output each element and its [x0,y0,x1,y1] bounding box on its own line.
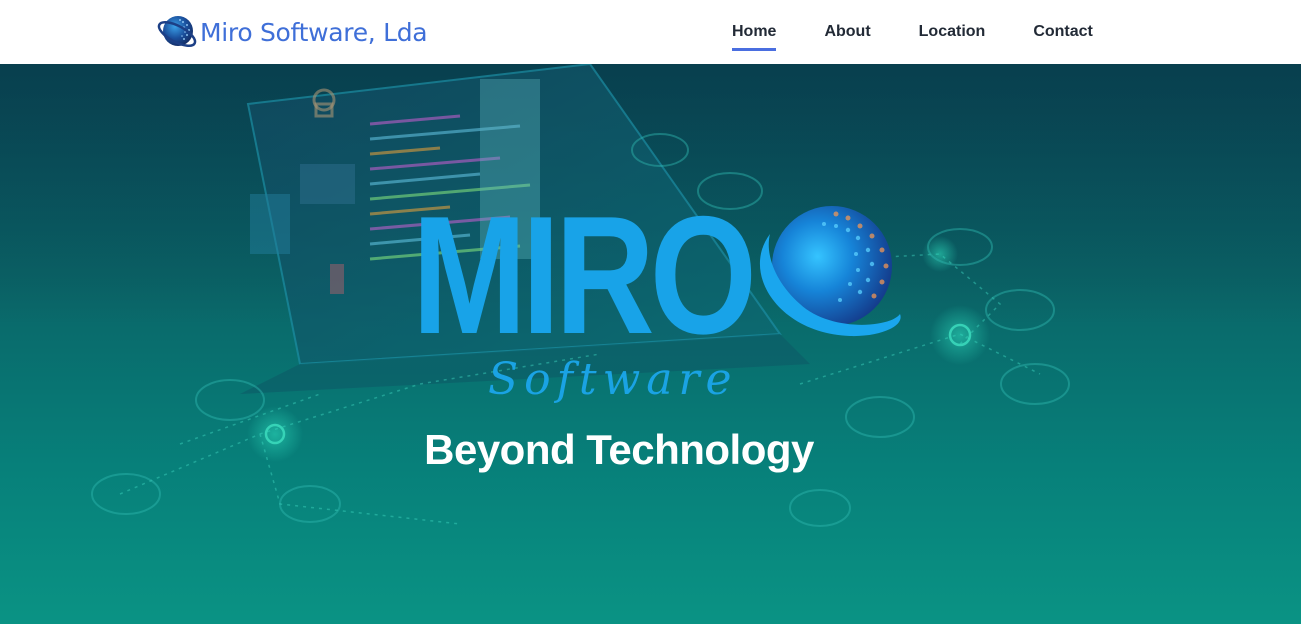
nav-contact-link[interactable]: Contact [1033,0,1093,64]
logo-wordmark: MIRO [412,181,757,369]
hero-logo: MIRO Software [410,191,910,424]
nav-location-link[interactable]: Location [919,0,986,64]
brand-name: Miro Software, Lda [200,17,428,47]
main-nav: Home About Location Contact [732,0,1093,64]
globe-icon [157,16,197,47]
logo-subword: Software [488,354,738,405]
hero-section: MIRO Software Beyond Technology [0,64,1301,624]
hero-tagline: Beyond Technology [424,426,814,473]
brand-logo-link[interactable]: Miro Software, Lda [155,12,428,52]
nav-home-link[interactable]: Home [732,0,777,64]
nav-about-link[interactable]: About [824,0,870,64]
site-header: Miro Software, Lda Home About Location C… [0,0,1301,64]
globe-icon [759,206,901,337]
